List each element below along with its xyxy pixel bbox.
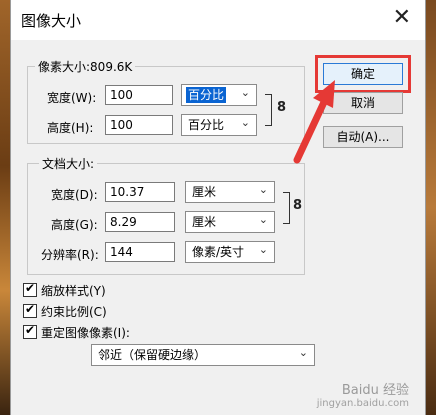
watermark: Baidu 经验 jingyan.baidu.com [317,379,409,409]
title-bar: 图像大小 ✕ [11,0,425,40]
doc-width-unit-select[interactable]: 厘米 ⌄ [185,181,275,203]
annotation-arrow-icon [293,80,335,164]
chevron-down-icon: ⌄ [258,183,268,196]
doc-height-label: 高度(G): [51,218,98,232]
constrain-proportions-checkbox[interactable]: ✔ 约束比例(C) [23,302,107,320]
checkbox-box[interactable]: ✔ [23,323,37,339]
pixel-dimensions-label: 像素大小:809.6K [35,58,136,75]
link-icon[interactable]: 8 [293,198,302,213]
constrain-proportions-label: 约束比例(C) [41,305,107,319]
image-size-dialog: 图像大小 ✕ 像素大小:809.6K 宽度(W): 百分比 ⌄ 高度(H): 百… [10,0,426,415]
pixel-height-unit-select[interactable]: 百分比 ⌄ [181,114,257,136]
checkmark-icon: ✔ [25,302,36,316]
chevron-down-icon: ⌄ [258,243,268,256]
checkmark-icon: ✔ [25,281,36,295]
chevron-down-icon: ⌄ [258,213,268,226]
doc-width-unit-value: 厘米 [192,185,217,199]
doc-width-label: 宽度(D): [51,188,98,202]
chevron-down-icon: ⌄ [240,116,250,129]
pixel-width-unit-select[interactable]: 百分比 ⌄ [181,84,257,106]
pixel-width-input[interactable] [105,85,173,105]
doc-width-input[interactable] [105,182,175,202]
doc-link-bracket [283,192,290,224]
pixel-height-input[interactable] [105,115,173,135]
chevron-down-icon: ⌄ [240,86,250,99]
doc-height-unit-value: 厘米 [192,215,217,229]
resample-method-value: 邻近（保留硬边缘） [98,348,207,362]
pixel-link-bracket [265,94,272,126]
link-icon[interactable]: 8 [277,100,286,115]
chevron-down-icon: ⌄ [298,346,308,359]
resolution-input[interactable] [105,242,175,262]
checkbox-box[interactable]: ✔ [23,302,37,318]
scale-styles-label: 缩放样式(Y) [41,284,106,298]
close-icon[interactable]: ✕ [393,7,411,29]
resolution-unit-value: 像素/英寸 [192,245,245,259]
doc-height-unit-select[interactable]: 厘米 ⌄ [185,211,275,233]
resolution-label: 分辨率(R): [41,248,99,262]
scale-styles-checkbox[interactable]: ✔ 缩放样式(Y) [23,281,106,299]
resample-label: 重定图像像素(I): [41,326,130,340]
resample-checkbox[interactable]: ✔ 重定图像像素(I): [23,323,130,341]
checkbox-box[interactable]: ✔ [23,281,37,297]
watermark-url: jingyan.baidu.com [316,398,409,409]
document-size-label: 文档大小: [39,155,98,172]
resolution-unit-select[interactable]: 像素/英寸 ⌄ [185,241,275,263]
pixel-height-label: 高度(H): [47,121,94,135]
pixel-width-label: 宽度(W): [47,91,97,105]
doc-height-input[interactable] [105,212,175,232]
pixel-width-unit-value: 百分比 [186,87,227,103]
checkmark-icon: ✔ [25,323,36,337]
pixel-height-unit-value: 百分比 [188,118,225,132]
dialog-title: 图像大小 [21,12,82,30]
watermark-logo: Baidu 经验 [341,383,409,398]
resample-method-select[interactable]: 邻近（保留硬边缘） ⌄ [91,344,315,366]
